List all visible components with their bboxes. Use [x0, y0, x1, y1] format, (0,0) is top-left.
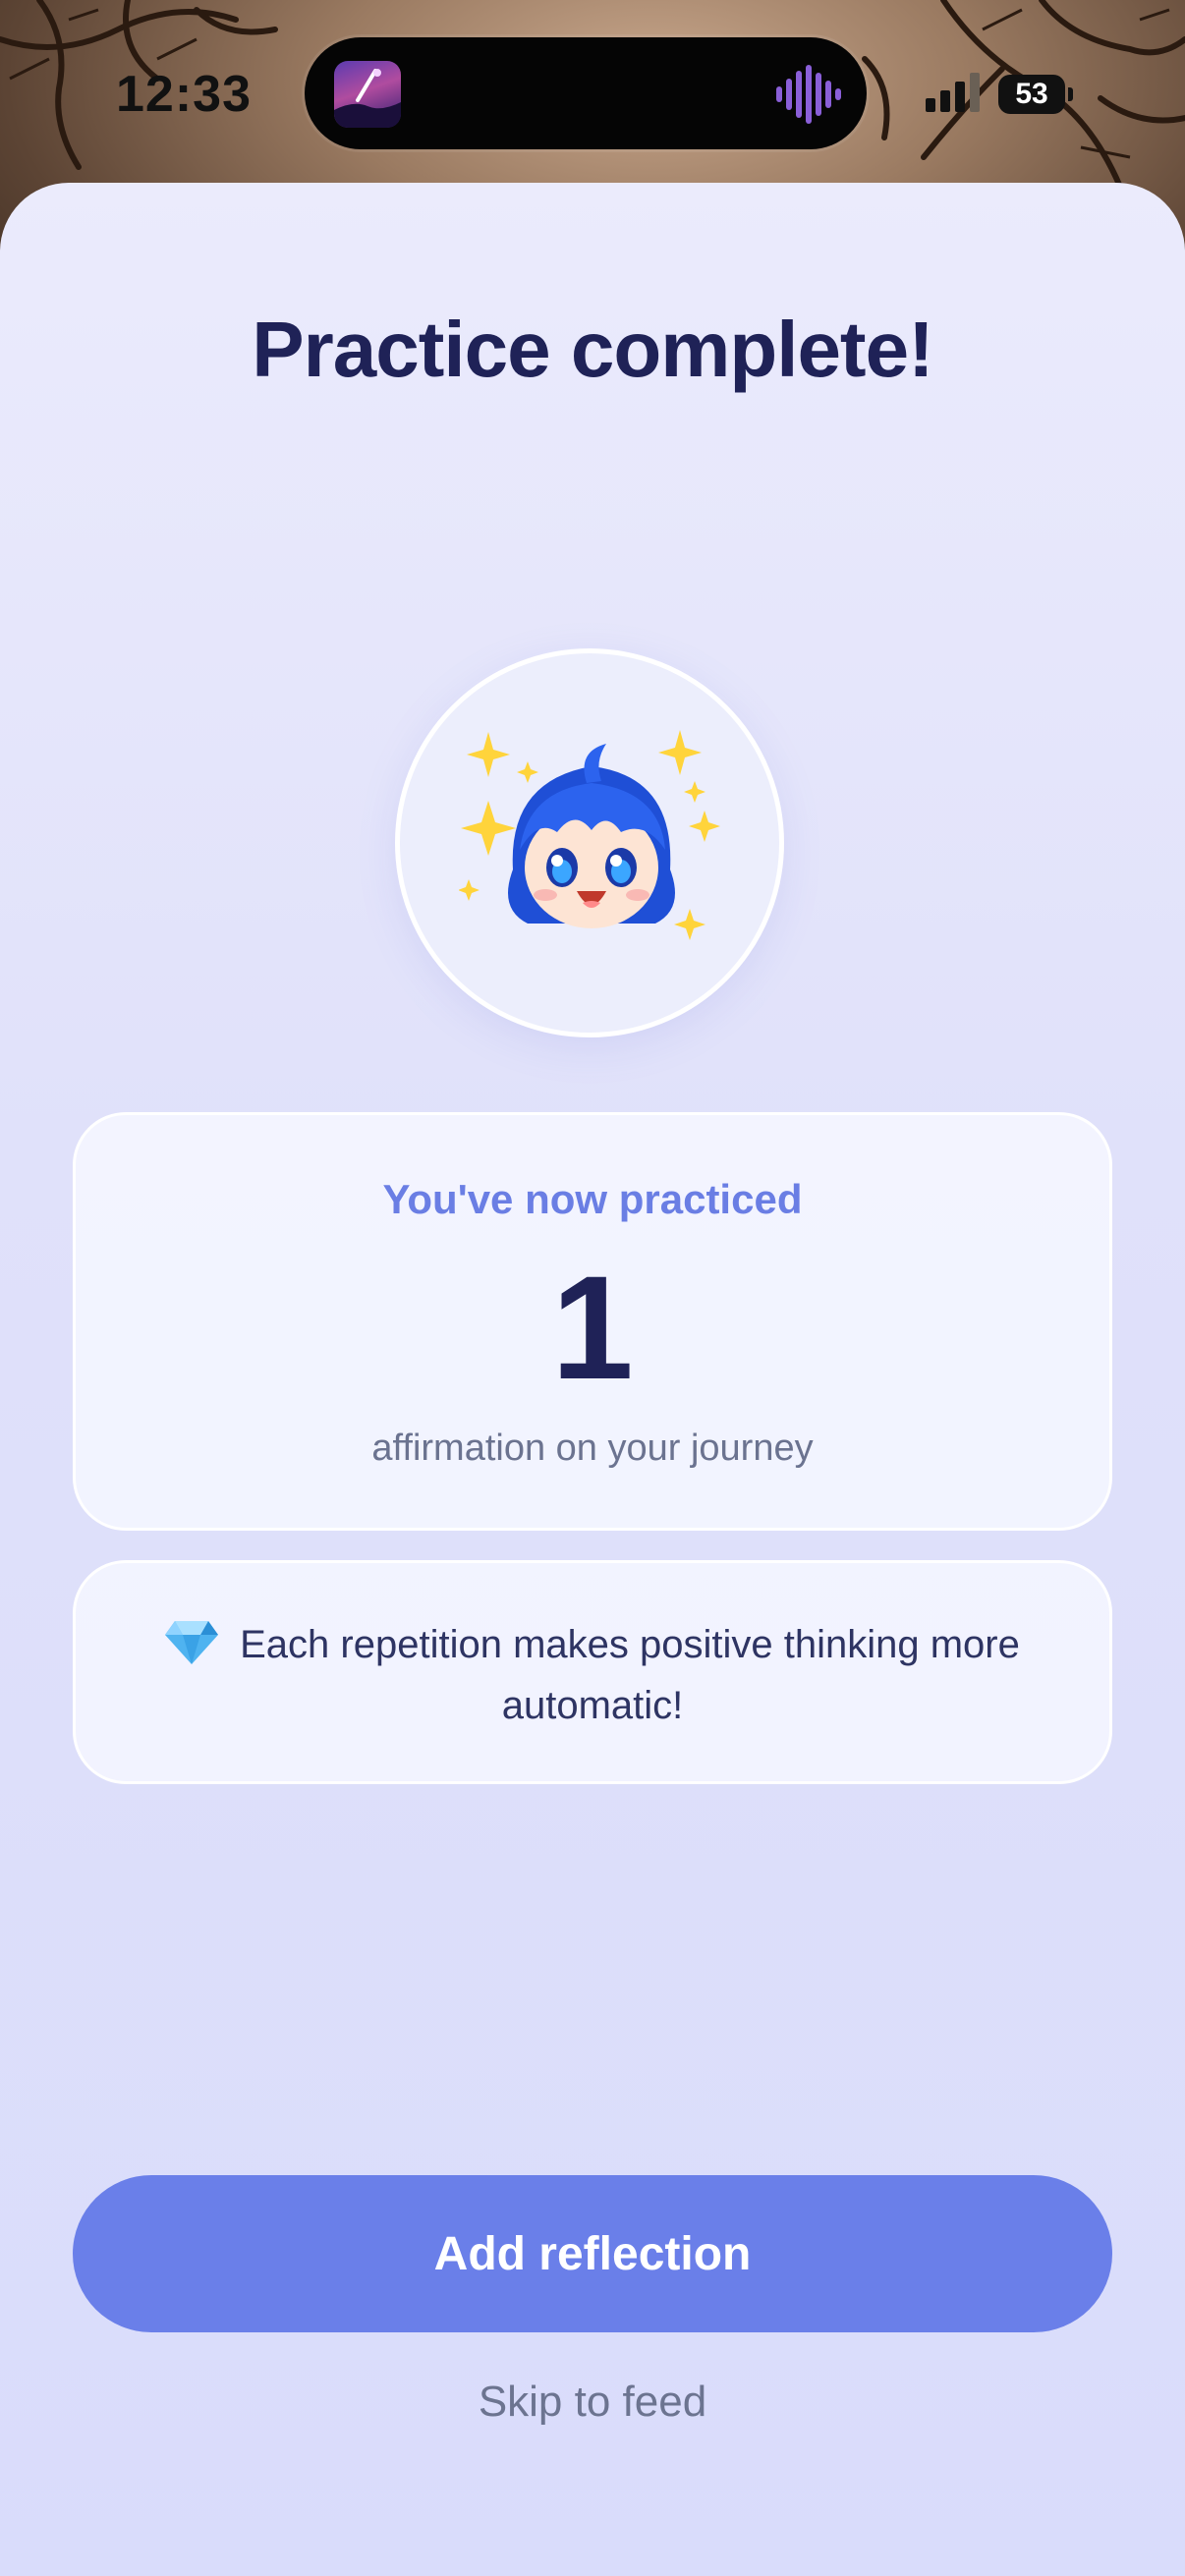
stats-label: You've now practiced	[382, 1176, 803, 1222]
tip-text: Each repetition makes positive thinking …	[240, 1623, 1020, 1727]
dynamic-island[interactable]	[305, 37, 867, 149]
add-reflection-button[interactable]: Add reflection	[73, 2175, 1112, 2332]
stats-subtitle: affirmation on your journey	[371, 1428, 814, 1469]
now-playing-artwork	[334, 61, 401, 128]
status-bar: 12:33 53	[0, 0, 1185, 177]
tip-card: Each repetition makes positive thinking …	[73, 1560, 1112, 1784]
status-time: 12:33	[116, 66, 252, 123]
practice-stats-card: You've now practiced 1 affirmation on yo…	[73, 1112, 1112, 1531]
gem-icon	[165, 1621, 219, 1665]
practice-count: 1	[551, 1245, 634, 1410]
happy-mascot-icon	[459, 730, 720, 940]
audio-waveform-icon	[776, 65, 841, 124]
skip-to-feed-link[interactable]: Skip to feed	[0, 2378, 1185, 2427]
page-title: Practice complete!	[252, 306, 933, 393]
cellular-signal-icon	[926, 73, 980, 112]
battery-indicator: 53	[998, 75, 1073, 114]
tip-content: Each repetition makes positive thinking …	[164, 1614, 1021, 1736]
mascot-avatar	[395, 648, 784, 1037]
